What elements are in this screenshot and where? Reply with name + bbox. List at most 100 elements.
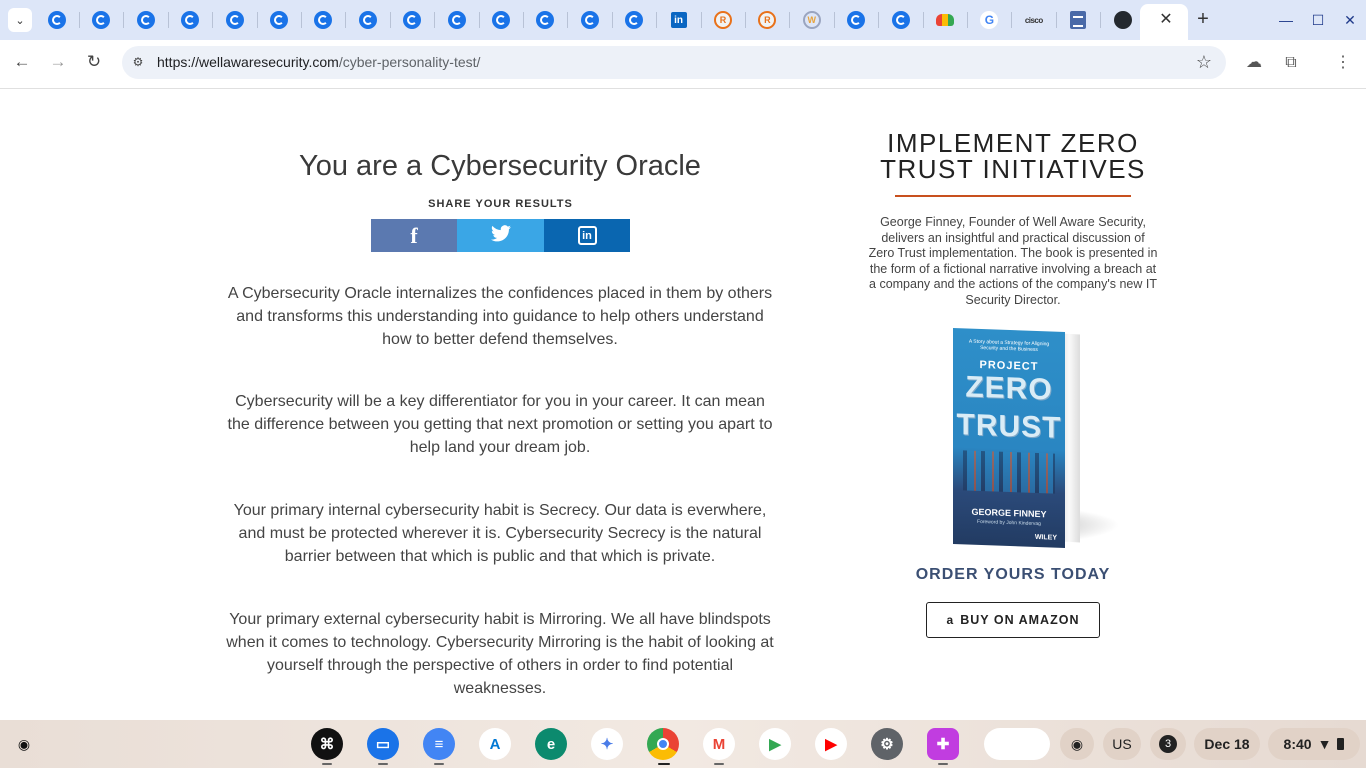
tab-separator <box>389 12 391 28</box>
chrome-icon[interactable] <box>647 728 679 760</box>
tab-separator <box>833 12 835 28</box>
browser-tab[interactable] <box>225 10 245 30</box>
browser-tab[interactable] <box>491 10 511 30</box>
browser-tab[interactable] <box>580 10 600 30</box>
launcher-icon[interactable]: ◉ <box>10 730 38 758</box>
youtube-icon[interactable]: ▶ <box>815 728 847 760</box>
browser-tab[interactable] <box>846 10 866 30</box>
browser-tab[interactable] <box>313 10 333 30</box>
share-linkedin-button[interactable]: in <box>544 219 630 252</box>
result-paragraph-1: A Cybersecurity Oracle internalizes the … <box>227 285 773 348</box>
r-badge-icon: R <box>714 11 732 29</box>
google-cloud-icon <box>936 14 954 26</box>
notification-counter[interactable]: 3 <box>1150 728 1186 760</box>
tab-separator <box>523 12 524 28</box>
browser-tab[interactable] <box>402 10 422 30</box>
browser-tab[interactable]: in <box>669 10 689 30</box>
tab-separator <box>878 12 880 28</box>
buy-on-amazon-button[interactable]: a BUY ON AMAZON <box>926 602 1100 638</box>
app-running-indicator <box>434 763 444 765</box>
browser-tab[interactable]: R <box>713 10 733 30</box>
tab-search-button[interactable]: ⌄ <box>8 8 32 32</box>
browser-tab[interactable] <box>136 10 156 30</box>
chrome-c-icon <box>181 11 200 29</box>
gmail-icon[interactable]: M <box>703 728 735 760</box>
browser-tab[interactable] <box>624 10 644 30</box>
tab-separator <box>700 12 702 28</box>
tab-separator <box>789 12 791 28</box>
book-publisher: WILEY <box>1034 533 1057 542</box>
amazon-icon: a <box>946 613 955 627</box>
app-running-indicator <box>938 763 948 765</box>
result-paragraph-4: Your primary external cybersecurity habi… <box>226 611 774 697</box>
browser-tab[interactable]: cisco <box>1024 10 1044 30</box>
reload-button[interactable]: ↻ <box>82 50 106 74</box>
extensions-puzzle-icon[interactable]: ⧉ <box>1279 51 1303 75</box>
chrome-c-icon <box>847 11 866 29</box>
app-running-indicator <box>322 763 332 765</box>
book-cover-image[interactable]: A Story about a Strategy for Aligning Se… <box>953 328 1065 548</box>
chrome-c-icon <box>270 11 288 29</box>
new-tab-button[interactable]: + <box>1192 8 1214 30</box>
chrome-c-icon <box>92 11 111 29</box>
azure-icon[interactable]: A <box>479 728 511 760</box>
chrome-c-icon <box>314 11 333 29</box>
app-running-indicator <box>658 763 670 765</box>
screen-record-stop-icon[interactable]: ◉ <box>1060 728 1094 760</box>
play-store-icon[interactable]: ▶ <box>759 728 791 760</box>
site-info-icon[interactable]: ⚙ <box>128 52 148 72</box>
forward-button[interactable]: → <box>46 50 70 74</box>
result-paragraph-2: Cybersecurity will be a key differentiat… <box>227 393 773 456</box>
screencast-icon[interactable]: ✚ <box>927 728 959 760</box>
browser-tab[interactable] <box>47 10 67 30</box>
bookmark-star-icon[interactable]: ☆ <box>1193 51 1215 73</box>
ime-indicator[interactable]: US <box>1103 728 1141 760</box>
docs-icon[interactable]: ≡ <box>423 728 455 760</box>
browser-tab[interactable] <box>447 10 467 30</box>
share-facebook-button[interactable]: f <box>371 219 457 252</box>
clock-text: 8:40 <box>1283 736 1312 752</box>
tab-separator <box>967 12 968 28</box>
url-text[interactable]: https://wellawaresecurity.com/cyber-pers… <box>157 54 480 70</box>
files-icon[interactable]: ▭ <box>367 728 399 760</box>
extension-tags-icon[interactable]: ☁ <box>1242 51 1266 75</box>
url-domain: https://wellawaresecurity.com <box>157 54 339 70</box>
share-twitter-button[interactable] <box>457 219 544 252</box>
holding-space-thumbnails[interactable] <box>984 728 1050 760</box>
browser-tab[interactable] <box>91 10 111 30</box>
browser-tab[interactable] <box>1068 10 1088 30</box>
tab-separator <box>745 12 746 28</box>
browser-tab[interactable] <box>180 10 200 30</box>
tab-separator <box>301 12 302 28</box>
edge-icon[interactable]: e <box>535 728 567 760</box>
browser-tab[interactable]: R <box>757 10 777 30</box>
close-tab-icon[interactable]: ✕ <box>1158 10 1174 30</box>
chrome-c-icon <box>625 11 644 29</box>
tab-separator <box>256 12 258 28</box>
browser-tab[interactable] <box>535 10 555 30</box>
chrome-c-icon <box>136 11 155 29</box>
browser-tab[interactable] <box>935 10 955 30</box>
perplexity-icon[interactable]: ⌘ <box>311 728 343 760</box>
system-tray[interactable]: 8:40 ▼ <box>1268 728 1360 760</box>
chrome-c-icon <box>891 11 910 29</box>
date-tray[interactable]: Dec 18 <box>1194 728 1260 760</box>
back-button[interactable]: ← <box>10 50 34 74</box>
browser-menu-icon[interactable]: ⋮ <box>1331 51 1355 75</box>
chrome-c-icon <box>447 11 466 29</box>
browser-tab[interactable] <box>358 10 378 30</box>
browser-tab[interactable] <box>1113 10 1133 30</box>
browser-tab[interactable]: W <box>802 10 822 30</box>
wifi-icon: ▼ <box>1317 736 1332 752</box>
gemini-icon[interactable]: ✦ <box>591 728 623 760</box>
chrome-c-icon <box>225 11 244 29</box>
url-path: /cyber-personality-test/ <box>338 54 481 70</box>
browser-tab[interactable] <box>891 10 911 30</box>
minimize-button[interactable]: — <box>1275 9 1297 31</box>
browser-tab[interactable]: G <box>979 10 999 30</box>
tab-separator <box>1011 12 1013 28</box>
settings-icon[interactable]: ⚙ <box>871 728 903 760</box>
close-window-button[interactable]: ✕ <box>1339 9 1361 31</box>
browser-tab[interactable] <box>269 10 289 30</box>
maximize-button[interactable]: ☐ <box>1307 9 1329 31</box>
